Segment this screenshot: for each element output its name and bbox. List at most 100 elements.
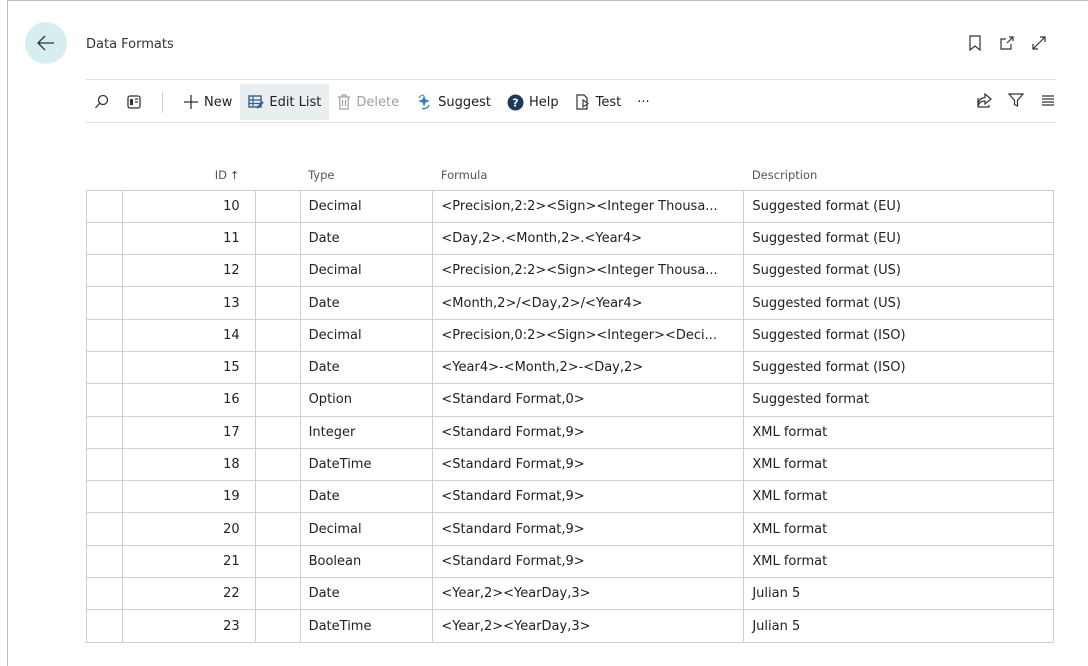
formula-cell[interactable]: <Standard Format,9> (432, 415, 745, 449)
search-button[interactable] (86, 84, 118, 120)
formula-cell[interactable]: <Standard Format,0> (432, 383, 745, 417)
table-row[interactable]: 13 Date <Month,2>/<Day,2>/<Year4> Suggested… (86, 286, 1054, 320)
expand-icon[interactable] (1030, 34, 1048, 52)
table-row[interactable]: 21 Boolean <Standard Format,9> XML format (86, 544, 1054, 579)
formula-cell[interactable]: <Precision,2:2><Sign><Integer Thousa... (432, 254, 745, 288)
description-cell[interactable]: XML format (743, 415, 1054, 449)
row-spacer-cell[interactable] (254, 544, 301, 579)
type-cell[interactable]: Integer (299, 415, 434, 449)
row-select-cell[interactable] (86, 383, 123, 417)
table-row[interactable]: 19 Date <Standard Format,9> XML format (86, 480, 1054, 514)
suggest-button[interactable]: Suggest (407, 84, 499, 120)
table-row[interactable]: 22 Date <Year,2><YearDay,3> Julian 5 (86, 577, 1054, 611)
type-cell[interactable]: Date (299, 577, 434, 611)
description-cell[interactable]: Suggested format (US) (743, 286, 1054, 320)
formula-cell[interactable]: <Day,2>.<Month,2>.<Year4> (432, 221, 745, 256)
formula-cell[interactable]: <Standard Format,9> (432, 480, 745, 514)
id-cell[interactable]: 16 (121, 383, 256, 417)
formula-cell[interactable]: <Standard Format,9> (432, 512, 745, 546)
row-select-cell[interactable] (86, 415, 123, 449)
id-cell[interactable]: 10 (121, 189, 256, 223)
formula-cell[interactable]: <Year4>-<Month,2>-<Day,2> (432, 350, 745, 385)
id-cell[interactable]: 13 (121, 286, 256, 320)
type-cell[interactable]: Date (299, 480, 434, 514)
description-cell[interactable]: Suggested format (EU) (743, 221, 1054, 256)
table-row[interactable]: 10 Decimal <Precision,2:2><Sign><Integer T… (86, 189, 1054, 223)
row-select-cell[interactable] (86, 286, 123, 320)
formula-cell[interactable]: <Standard Format,9> (432, 544, 745, 579)
back-button[interactable] (25, 22, 67, 64)
id-cell[interactable]: 11 (121, 221, 256, 256)
row-select-cell[interactable] (86, 609, 123, 643)
type-cell[interactable]: Decimal (299, 512, 434, 546)
row-select-cell[interactable] (86, 480, 123, 514)
table-row[interactable]: 20 Decimal <Standard Format,9> XML format (86, 512, 1054, 546)
new-button[interactable]: New (175, 84, 240, 120)
table-row[interactable]: 23 DateTime <Year,2><YearDay,3> Julian 5 (86, 609, 1054, 643)
row-select-cell[interactable] (86, 544, 123, 579)
row-spacer-cell[interactable] (254, 318, 301, 352)
row-select-cell[interactable] (86, 221, 123, 256)
row-spacer-cell[interactable] (254, 480, 301, 514)
table-row[interactable]: 15 Date <Year4>-<Month,2>-<Day,2> Suggested… (86, 350, 1054, 385)
more-options-button[interactable]: ··· (629, 84, 657, 120)
id-cell[interactable]: 21 (121, 544, 256, 579)
column-header-id[interactable]: ID ↑ (122, 160, 255, 190)
id-cell[interactable]: 14 (121, 318, 256, 352)
row-spacer-cell[interactable] (254, 415, 301, 449)
id-cell[interactable]: 17 (121, 415, 256, 449)
type-cell[interactable]: DateTime (299, 609, 434, 643)
description-cell[interactable]: Suggested format (ISO) (743, 318, 1054, 352)
description-cell[interactable]: Suggested format (EU) (743, 189, 1054, 223)
row-select-cell[interactable] (86, 189, 123, 223)
formula-cell[interactable]: <Precision,0:2><Sign><Integer><Deci... (432, 318, 745, 352)
row-spacer-cell[interactable] (254, 609, 301, 643)
help-button[interactable]: ? Help (499, 84, 567, 120)
table-row[interactable]: 14 Decimal <Precision,0:2><Sign><Integer><… (86, 318, 1054, 352)
type-cell[interactable]: Decimal (299, 318, 434, 352)
column-header-formula[interactable]: Formula (433, 160, 744, 190)
row-spacer-cell[interactable] (254, 286, 301, 320)
type-cell[interactable]: DateTime (299, 447, 434, 482)
formula-cell[interactable]: <Standard Format,9> (432, 447, 745, 482)
row-select-cell[interactable] (86, 254, 123, 288)
row-spacer-cell[interactable] (254, 577, 301, 611)
table-row[interactable]: 12 Decimal <Precision,2:2><Sign><Integer T… (86, 254, 1054, 288)
filter-icon[interactable] (1007, 92, 1025, 112)
id-cell[interactable]: 15 (121, 350, 256, 385)
description-cell[interactable]: XML format (743, 512, 1054, 546)
row-select-cell[interactable] (86, 447, 123, 482)
edit-list-button[interactable]: Edit List (240, 84, 330, 120)
row-spacer-cell[interactable] (254, 447, 301, 482)
formula-cell[interactable]: <Year,2><YearDay,3> (432, 609, 745, 643)
row-spacer-cell[interactable] (254, 221, 301, 256)
table-row[interactable]: 16 Option <Standard Format,0> Suggested for… (86, 383, 1054, 417)
row-select-cell[interactable] (86, 577, 123, 611)
description-cell[interactable]: XML format (743, 480, 1054, 514)
type-cell[interactable]: Option (299, 383, 434, 417)
column-header-type[interactable]: Type (300, 160, 433, 190)
row-select-cell[interactable] (86, 350, 123, 385)
formula-cell[interactable]: <Precision,2:2><Sign><Integer Thousa... (432, 189, 745, 223)
row-select-cell[interactable] (86, 318, 123, 352)
id-cell[interactable]: 19 (121, 480, 256, 514)
row-spacer-cell[interactable] (254, 512, 301, 546)
row-spacer-cell[interactable] (254, 254, 301, 288)
test-button[interactable]: Test (567, 84, 630, 120)
table-row[interactable]: 11 Date <Day,2>.<Month,2>.<Year4> Suggested… (86, 221, 1054, 256)
table-row[interactable]: 18 DateTime <Standard Format,9> XML format (86, 447, 1054, 482)
list-view-icon[interactable] (1040, 92, 1056, 112)
row-select-cell[interactable] (86, 512, 123, 546)
id-cell[interactable]: 23 (121, 609, 256, 643)
row-spacer-cell[interactable] (254, 350, 301, 385)
description-cell[interactable]: Julian 5 (743, 577, 1054, 611)
description-cell[interactable]: XML format (743, 447, 1054, 482)
open-new-window-icon[interactable] (998, 34, 1016, 52)
description-cell[interactable]: Suggested format (743, 383, 1054, 417)
row-spacer-cell[interactable] (254, 189, 301, 223)
type-cell[interactable]: Decimal (299, 189, 434, 223)
show-pane-button[interactable] (118, 84, 150, 120)
table-row[interactable]: 17 Integer <Standard Format,9> XML format (86, 415, 1054, 449)
type-cell[interactable]: Boolean (299, 544, 434, 579)
id-cell[interactable]: 20 (121, 512, 256, 546)
